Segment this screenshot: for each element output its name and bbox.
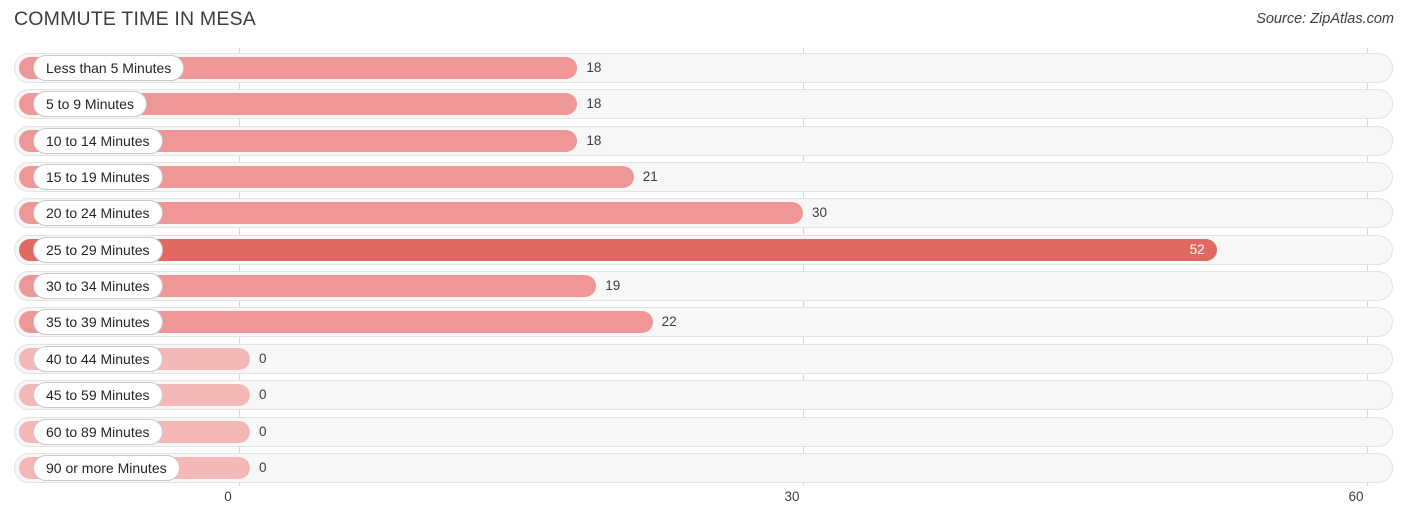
plot-area: 18 Less than 5 Minutes 18 5 to 9 Minutes 18 1… <box>0 48 1406 486</box>
category-label: 10 to 14 Minutes <box>33 127 163 154</box>
page-title: COMMUTE TIME IN MESA <box>14 8 256 30</box>
bar-row[interactable]: 18 5 to 9 Minutes <box>14 89 1393 120</box>
x-axis-tick-label: 30 <box>784 489 800 504</box>
commute-time-chart: COMMUTE TIME IN MESA Source: ZipAtlas.co… <box>0 0 1406 522</box>
bar-value-label: 30 <box>812 205 828 221</box>
category-label: 35 to 39 Minutes <box>33 309 163 336</box>
category-label: 25 to 29 Minutes <box>33 236 163 263</box>
category-label: 40 to 44 Minutes <box>33 345 163 372</box>
bar-value-label: 19 <box>605 278 621 294</box>
bar-row[interactable]: 30 20 to 24 Minutes <box>14 198 1393 229</box>
bar-row[interactable]: 0 40 to 44 Minutes <box>14 343 1393 374</box>
bar-row[interactable]: 22 35 to 39 Minutes <box>14 307 1393 338</box>
category-label: 60 to 89 Minutes <box>33 418 163 445</box>
bar-value-label: 21 <box>642 169 658 185</box>
bar <box>19 238 1217 261</box>
bar-value-label: 0 <box>259 350 267 366</box>
bar-row[interactable]: 21 15 to 19 Minutes <box>14 162 1393 193</box>
bar-value-label: 18 <box>586 132 602 148</box>
bar-row[interactable]: 18 10 to 14 Minutes <box>14 125 1393 156</box>
category-label: 90 or more Minutes <box>33 454 180 481</box>
x-axis-tick-label: 0 <box>224 489 232 504</box>
bar-row[interactable]: 0 90 or more Minutes <box>14 452 1393 483</box>
bar-value-label: 22 <box>661 314 677 330</box>
bar-value-label: 52 <box>1189 241 1205 257</box>
category-label: 45 to 59 Minutes <box>33 382 163 409</box>
category-label: 20 to 24 Minutes <box>33 200 163 227</box>
category-label: 30 to 34 Minutes <box>33 273 163 300</box>
bar-row[interactable]: 0 60 to 89 Minutes <box>14 416 1393 447</box>
source-attribution: Source: ZipAtlas.com <box>1256 11 1394 27</box>
bar-value-label: 0 <box>259 387 267 403</box>
bar-value-label: 18 <box>586 96 602 112</box>
category-label: Less than 5 Minutes <box>33 55 185 81</box>
bar-value-label: 0 <box>259 423 267 439</box>
bar-value-label: 18 <box>586 60 602 75</box>
bar-row[interactable]: 18 Less than 5 Minutes <box>14 53 1393 83</box>
bar-row[interactable]: 52 25 to 29 Minutes <box>14 234 1393 265</box>
bar-row[interactable]: 19 30 to 34 Minutes <box>14 271 1393 302</box>
x-axis: 0 30 60 <box>0 486 1406 522</box>
bar-value-label: 0 <box>259 459 267 475</box>
x-axis-tick-label: 60 <box>1348 489 1364 504</box>
bar-row[interactable]: 0 45 to 59 Minutes <box>14 380 1393 411</box>
category-label: 15 to 19 Minutes <box>33 164 163 191</box>
category-label: 5 to 9 Minutes <box>33 91 147 118</box>
